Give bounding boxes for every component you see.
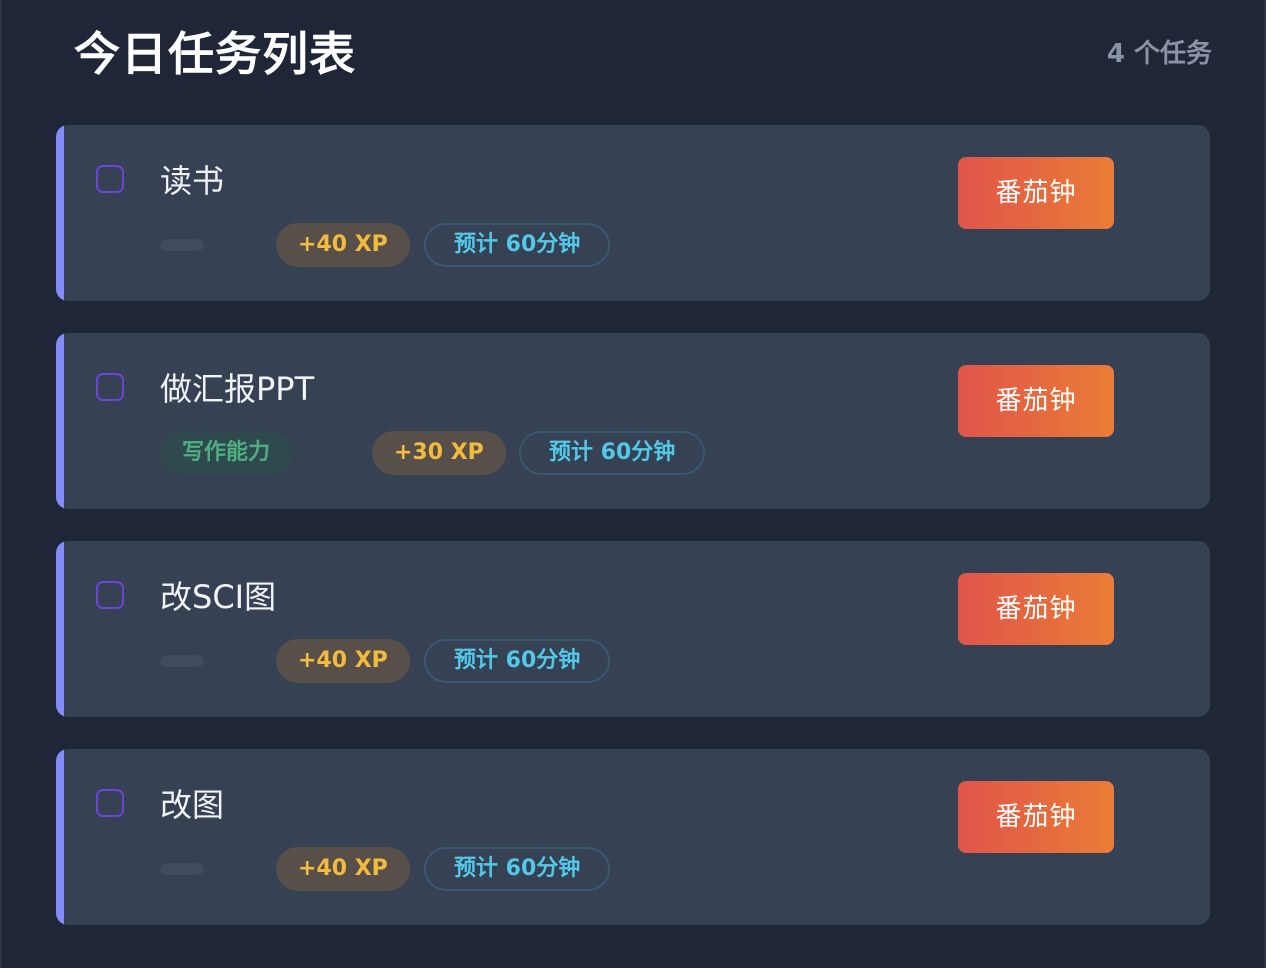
task-checkbox[interactable] bbox=[96, 581, 124, 609]
skill-badge: 写作能力 bbox=[160, 431, 293, 475]
task-accent-bar bbox=[56, 333, 64, 509]
pomodoro-button[interactable]: 番茄钟 bbox=[958, 781, 1114, 853]
task-accent-bar bbox=[56, 541, 64, 717]
xp-badge: +30 XP bbox=[372, 431, 506, 475]
task-title: 改图 bbox=[160, 786, 225, 824]
task-title: 改SCI图 bbox=[160, 578, 277, 616]
header: 今日任务列表 4 个任务 bbox=[74, 22, 1212, 86]
xp-badge: +40 XP bbox=[276, 847, 410, 891]
task-card: 改图 +40 XP 预计 60分钟 番茄钟 bbox=[56, 749, 1210, 925]
task-count: 4 个任务 bbox=[1106, 39, 1212, 69]
task-title: 读书 bbox=[160, 162, 225, 200]
estimate-badge: 预计 60分钟 bbox=[424, 223, 611, 267]
pomodoro-button[interactable]: 番茄钟 bbox=[958, 573, 1114, 645]
pomodoro-button[interactable]: 番茄钟 bbox=[958, 157, 1114, 229]
task-card: 做汇报PPT 写作能力 +30 XP 预计 60分钟 番茄钟 bbox=[56, 333, 1210, 509]
task-accent-bar bbox=[56, 749, 64, 925]
empty-skill-placeholder bbox=[160, 863, 204, 875]
empty-skill-placeholder bbox=[160, 655, 204, 667]
empty-skill-placeholder bbox=[160, 239, 204, 251]
task-checkbox[interactable] bbox=[96, 373, 124, 401]
task-card: 改SCI图 +40 XP 预计 60分钟 番茄钟 bbox=[56, 541, 1210, 717]
task-accent-bar bbox=[56, 125, 64, 301]
task-checkbox[interactable] bbox=[96, 789, 124, 817]
task-list: 读书 +40 XP 预计 60分钟 番茄钟 做汇报PPT 写作能力 +30 XP… bbox=[56, 125, 1210, 957]
page-title: 今日任务列表 bbox=[74, 27, 356, 81]
task-panel: 今日任务列表 4 个任务 读书 +40 XP 预计 60分钟 番茄钟 做汇报PP… bbox=[0, 0, 1266, 968]
xp-badge: +40 XP bbox=[276, 639, 410, 683]
task-title: 做汇报PPT bbox=[160, 370, 315, 408]
task-card: 读书 +40 XP 预计 60分钟 番茄钟 bbox=[56, 125, 1210, 301]
estimate-badge: 预计 60分钟 bbox=[424, 639, 611, 683]
xp-badge: +40 XP bbox=[276, 223, 410, 267]
task-checkbox[interactable] bbox=[96, 165, 124, 193]
estimate-badge: 预计 60分钟 bbox=[519, 431, 706, 475]
pomodoro-button[interactable]: 番茄钟 bbox=[958, 365, 1114, 437]
estimate-badge: 预计 60分钟 bbox=[424, 847, 611, 891]
